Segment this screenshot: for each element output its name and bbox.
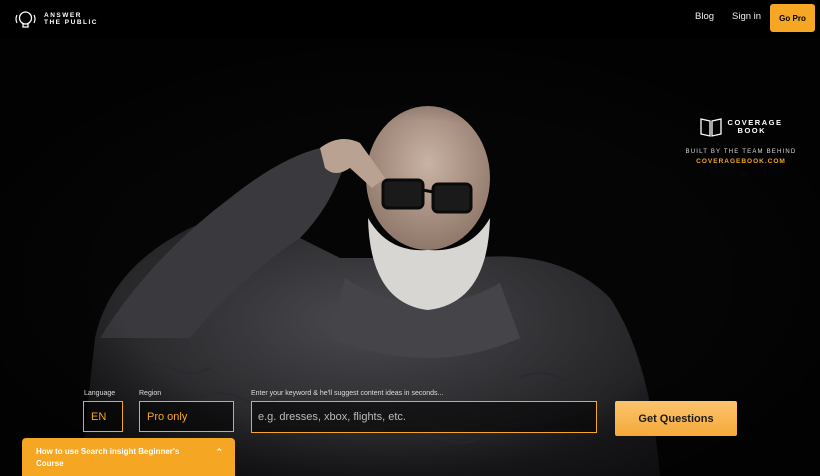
region-select[interactable]: Pro only [139,401,234,432]
coveragebook-promo[interactable]: COVERAGE BOOK BUILT BY THE TEAM BEHIND C… [676,117,806,165]
lightbulb-head-icon [15,11,36,28]
language-label: Language [84,390,116,397]
site-logo[interactable]: ANSWER THE PUBLIC [14,8,98,30]
top-nav: ANSWER THE PUBLIC Blog Sign in Go Pro [0,0,820,38]
get-questions-button[interactable]: Get Questions [615,401,737,436]
go-pro-button[interactable]: Go Pro [770,4,815,32]
chevron-up-icon[interactable]: ⌃ [215,446,223,458]
coveragebook-link[interactable]: COVERAGEBOOK.COM [676,158,806,165]
course-banner[interactable]: How to use Search insight Beginner's Cou… [22,438,235,476]
logo-text: ANSWER THE PUBLIC [44,12,98,26]
keyword-label: Enter your keyword & he'll suggest conte… [251,390,444,397]
nav-signin-link[interactable]: Sign in [732,11,761,22]
built-by-text: BUILT BY THE TEAM BEHIND [685,149,797,155]
coveragebook-logo: COVERAGE BOOK [676,117,806,137]
keyword-input[interactable] [251,401,597,433]
region-label: Region [139,390,162,397]
nav-blog-link[interactable]: Blog [695,11,714,22]
language-select[interactable]: EN [83,401,123,432]
coveragebook-title: COVERAGE BOOK [727,118,783,135]
book-icon [699,118,722,137]
course-banner-text: How to use Search insight Beginner's Cou… [36,447,180,468]
